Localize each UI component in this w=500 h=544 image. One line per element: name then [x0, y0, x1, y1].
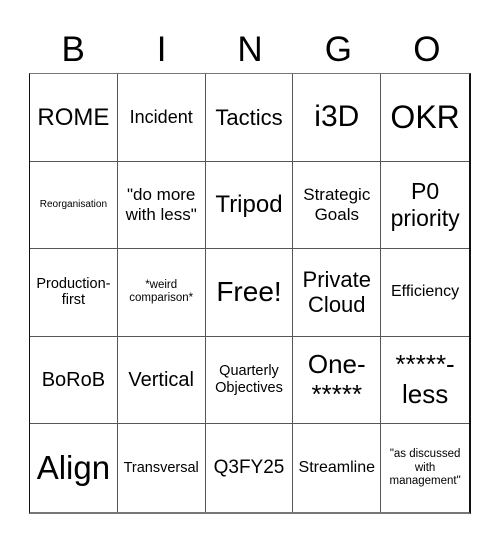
- bingo-cell[interactable]: Efficiency: [381, 249, 469, 337]
- bingo-cell[interactable]: *****-less: [381, 337, 469, 425]
- header-letter-g: G: [324, 30, 353, 69]
- bingo-cell[interactable]: "as discussed with management": [381, 424, 469, 512]
- bingo-cell[interactable]: Tripod: [205, 161, 294, 250]
- bingo-cell[interactable]: Production-first: [30, 249, 118, 337]
- bingo-cell[interactable]: OKR: [381, 74, 469, 162]
- bingo-cell[interactable]: ROME: [30, 74, 118, 162]
- bingo-cell[interactable]: Transversal: [118, 424, 206, 512]
- bingo-cell[interactable]: Vertical: [117, 336, 206, 425]
- bingo-cell free-space[interactable]: Free!: [205, 249, 294, 337]
- bingo-cell[interactable]: Reorganisation: [30, 161, 118, 250]
- bingo-cell[interactable]: Incident: [117, 74, 206, 162]
- bingo-cell[interactable]: Tactics: [205, 74, 294, 162]
- header-letter-o: O: [413, 30, 441, 69]
- bingo-cell[interactable]: One-*****: [293, 336, 382, 425]
- bingo-cell[interactable]: Private Cloud: [293, 249, 382, 337]
- bingo-cell[interactable]: Strategic Goals: [293, 161, 382, 250]
- bingo-cell[interactable]: Align: [30, 424, 118, 512]
- bingo-cell[interactable]: Streamline: [293, 424, 382, 512]
- header-letter-n: N: [237, 30, 263, 69]
- bingo-cell[interactable]: "do more with less": [117, 161, 206, 250]
- header-letter-b: B: [61, 30, 85, 69]
- bingo-cell[interactable]: Quarterly Objectives: [205, 336, 294, 425]
- bingo-grid: ROME Incident Tactics i3D OKR Reorganisa…: [29, 73, 471, 514]
- bingo-cell[interactable]: BoRoB: [30, 336, 118, 425]
- bingo-cell[interactable]: i3D: [293, 74, 382, 162]
- header-letter-i: I: [156, 30, 167, 69]
- bingo-cell[interactable]: *weird comparison*: [117, 249, 206, 337]
- bingo-header: B I N G O: [29, 30, 471, 70]
- bingo-cell[interactable]: P0 priority: [381, 162, 469, 250]
- bingo-cell[interactable]: Q3FY25: [206, 424, 294, 512]
